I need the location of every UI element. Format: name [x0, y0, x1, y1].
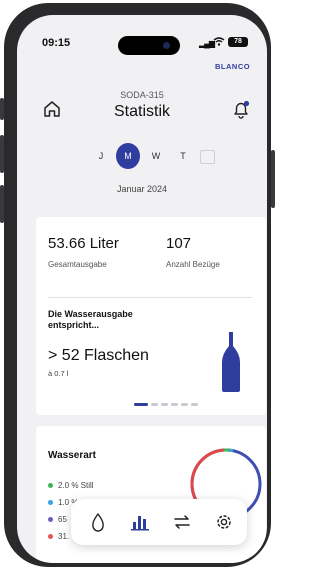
side-button-power [271, 150, 275, 208]
battery-icon: 78 [228, 37, 248, 47]
carousel-dot[interactable] [161, 403, 168, 406]
legend-text: 65 [58, 515, 67, 524]
legend-bullet [48, 517, 53, 523]
legend-text: 2.0 % Still [58, 481, 94, 490]
tab-day[interactable]: T [171, 143, 195, 169]
phone-frame: 09:15 ▂▄▆ 78 BLANCO SODA-315 Statistik J… [4, 3, 271, 567]
legend-text: 31. [58, 532, 70, 541]
statistics-icon [131, 516, 149, 531]
dynamic-island [118, 36, 180, 55]
legend-bullet [48, 500, 53, 506]
summary-card: 53.66 Liter Gesamtausgabe 107 Anzahl Bez… [36, 217, 266, 415]
carousel-dot[interactable] [191, 403, 198, 406]
period-label: Januar 2024 [116, 184, 168, 194]
legend-bullet [48, 534, 53, 540]
tab-week[interactable]: W [144, 143, 168, 169]
bottle-count: > 52 Flaschen [48, 347, 149, 364]
legend-item: 31. [48, 532, 69, 541]
legend-item: 65 [48, 515, 67, 524]
nav-settings-button[interactable] [211, 509, 237, 535]
carousel-dot[interactable] [171, 403, 178, 406]
bottom-navigation [71, 499, 247, 545]
equivalent-label: Die Wasserausgabe entspricht... [48, 309, 133, 330]
camera-icon [163, 42, 170, 49]
settings-icon [217, 515, 231, 529]
water-type-title: Wasserart [48, 450, 96, 461]
carousel-dot[interactable] [151, 403, 158, 406]
tab-month[interactable]: M [116, 143, 140, 169]
period-tabs: J M W T [89, 143, 229, 169]
carousel-dot[interactable] [181, 403, 188, 406]
divider [48, 297, 252, 298]
nav-exchange-button[interactable] [169, 509, 195, 535]
notifications-button[interactable] [230, 98, 252, 120]
status-bar: 09:15 ▂▄▆ 78 [17, 15, 267, 55]
bell-icon [234, 100, 250, 119]
calendar-icon[interactable] [200, 150, 215, 164]
bottle-icon [222, 332, 240, 392]
legend-bullet [48, 483, 53, 489]
dispense-count-value: 107 [166, 235, 192, 252]
signal-icon: ▂▄▆ [199, 39, 215, 48]
carousel-indicator[interactable] [134, 403, 198, 407]
water-drop-icon [92, 513, 104, 532]
nav-water-button[interactable] [85, 509, 111, 535]
total-output-label: Gesamtausgabe [48, 260, 107, 269]
bottle-size: à 0.7 l [48, 369, 69, 378]
dispense-count-label: Anzahl Bezüge [166, 260, 220, 269]
nav-statistics-button[interactable] [127, 509, 153, 535]
carousel-dot[interactable] [134, 403, 148, 406]
exchange-icon [174, 515, 190, 529]
tab-year[interactable]: J [89, 143, 113, 169]
total-output-value: 53.66 Liter [48, 235, 119, 252]
brand-logo: BLANCO [215, 62, 251, 71]
wifi-icon [213, 37, 225, 46]
screen: 09:15 ▂▄▆ 78 BLANCO SODA-315 Statistik J… [17, 15, 267, 563]
legend-item: 2.0 % Still [48, 481, 94, 490]
status-time: 09:15 [42, 37, 71, 49]
